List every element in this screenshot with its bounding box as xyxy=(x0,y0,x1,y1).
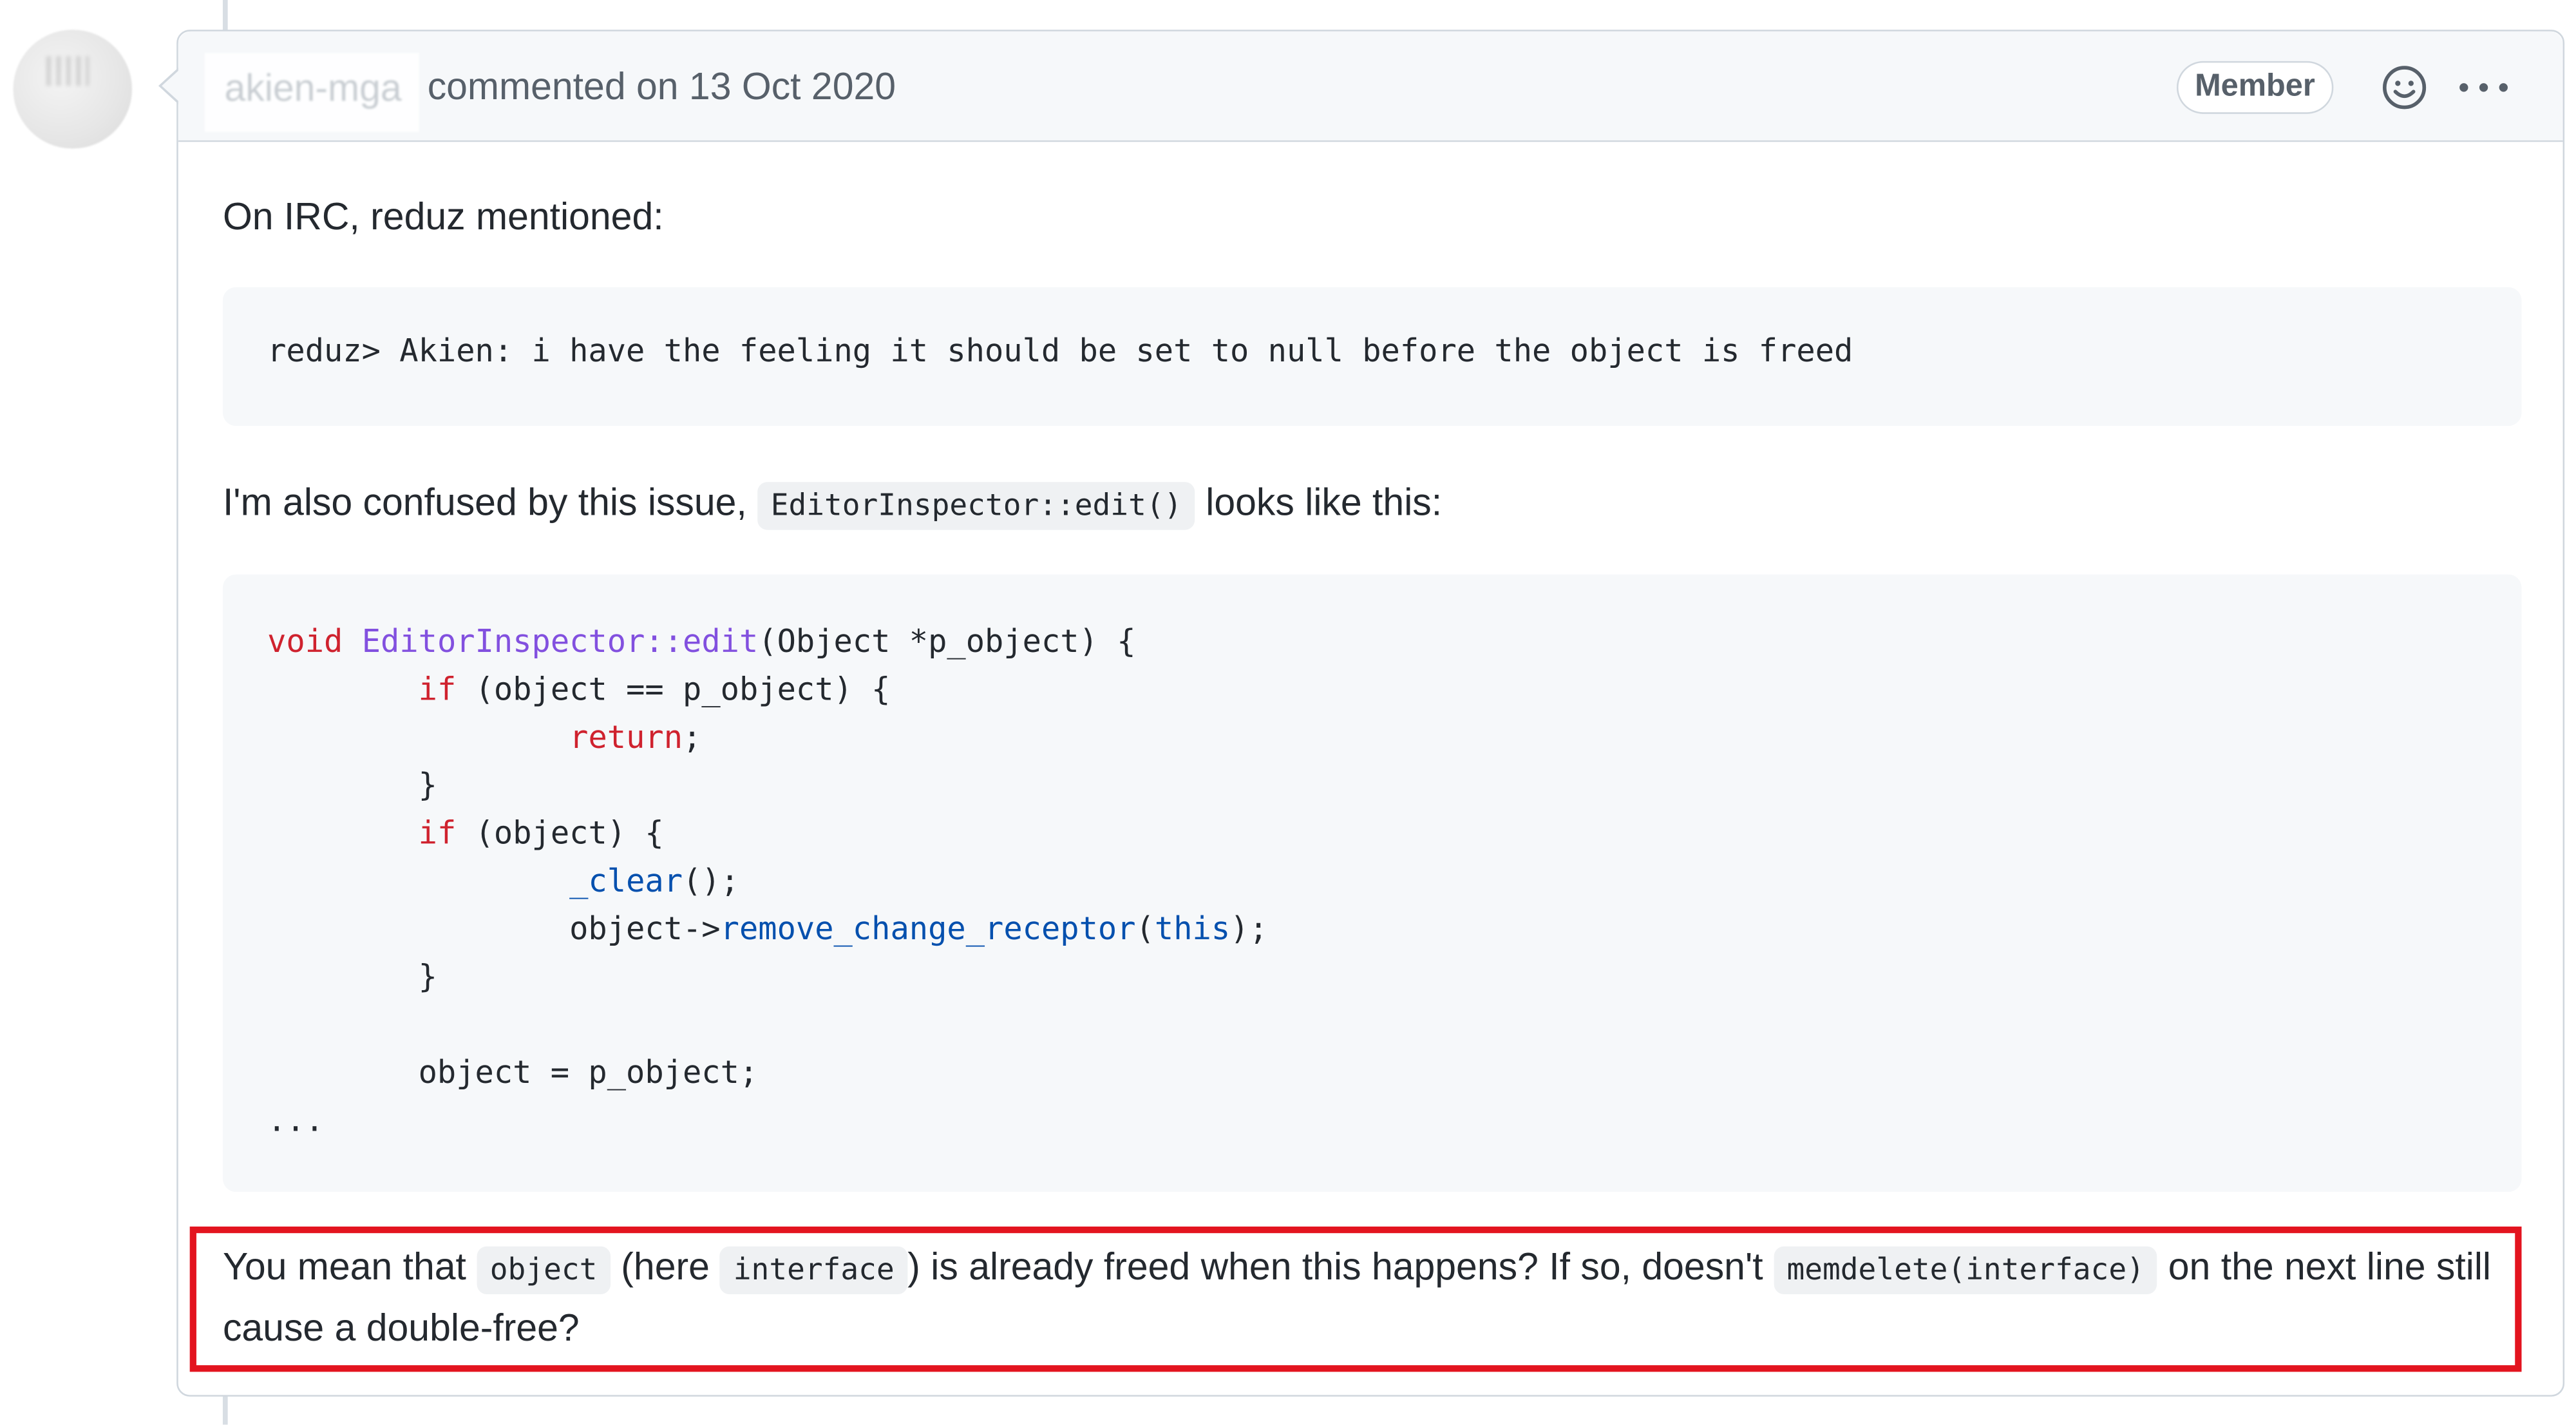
comment-pointer-fill xyxy=(162,69,180,102)
issue-comment-scene: akien-mga commented on 13 Oct 2020 Membe… xyxy=(0,0,2576,1425)
inline-code-object: object xyxy=(477,1246,611,1294)
kebab-horizontal-icon xyxy=(2459,83,2508,92)
comment-box: akien-mga commented on 13 Oct 2020 Membe… xyxy=(158,30,2565,1397)
quote-code-block: reduz> Akien: i have the feeling it shou… xyxy=(222,287,2522,426)
paragraph-irc: On IRC, reduz mentioned: xyxy=(222,195,664,238)
question-text-3: ) is already freed when this happens? If… xyxy=(907,1245,1763,1288)
quote-code: reduz> Akien: i have the feeling it shou… xyxy=(267,333,1853,370)
avatar-image xyxy=(46,56,90,86)
inline-code-memdelete: memdelete(interface) xyxy=(1773,1246,2158,1294)
inline-code-editor-inspector: EditorInspector::edit() xyxy=(757,482,1195,530)
comment-timestamp[interactable]: commented on 13 Oct 2020 xyxy=(428,61,896,111)
smiley-icon xyxy=(2382,66,2427,110)
add-reaction-button[interactable] xyxy=(2382,64,2428,111)
inline-code-interface: interface xyxy=(720,1246,908,1294)
paragraph-confused-tail: looks like this: xyxy=(1206,480,1443,524)
question-text-2: (here xyxy=(621,1245,710,1288)
comment-options-button[interactable] xyxy=(2456,64,2512,111)
source-code: void EditorInspector::edit(Object *p_obj… xyxy=(267,624,1268,1140)
comment-header: akien-mga commented on 13 Oct 2020 Membe… xyxy=(178,31,2563,142)
question-text-1: You mean that xyxy=(222,1245,466,1288)
author-link[interactable]: akien-mga xyxy=(204,53,419,132)
source-code-block: void EditorInspector::edit(Object *p_obj… xyxy=(222,574,2522,1192)
paragraph-confused-lead: I'm also confused by this issue, xyxy=(222,480,747,524)
paragraph-confused: I'm also confused by this issue, EditorI… xyxy=(223,473,1442,535)
avatar[interactable] xyxy=(13,30,132,149)
member-badge: Member xyxy=(2176,61,2334,114)
paragraph-question: You mean that object (here interface) is… xyxy=(223,1238,2500,1357)
